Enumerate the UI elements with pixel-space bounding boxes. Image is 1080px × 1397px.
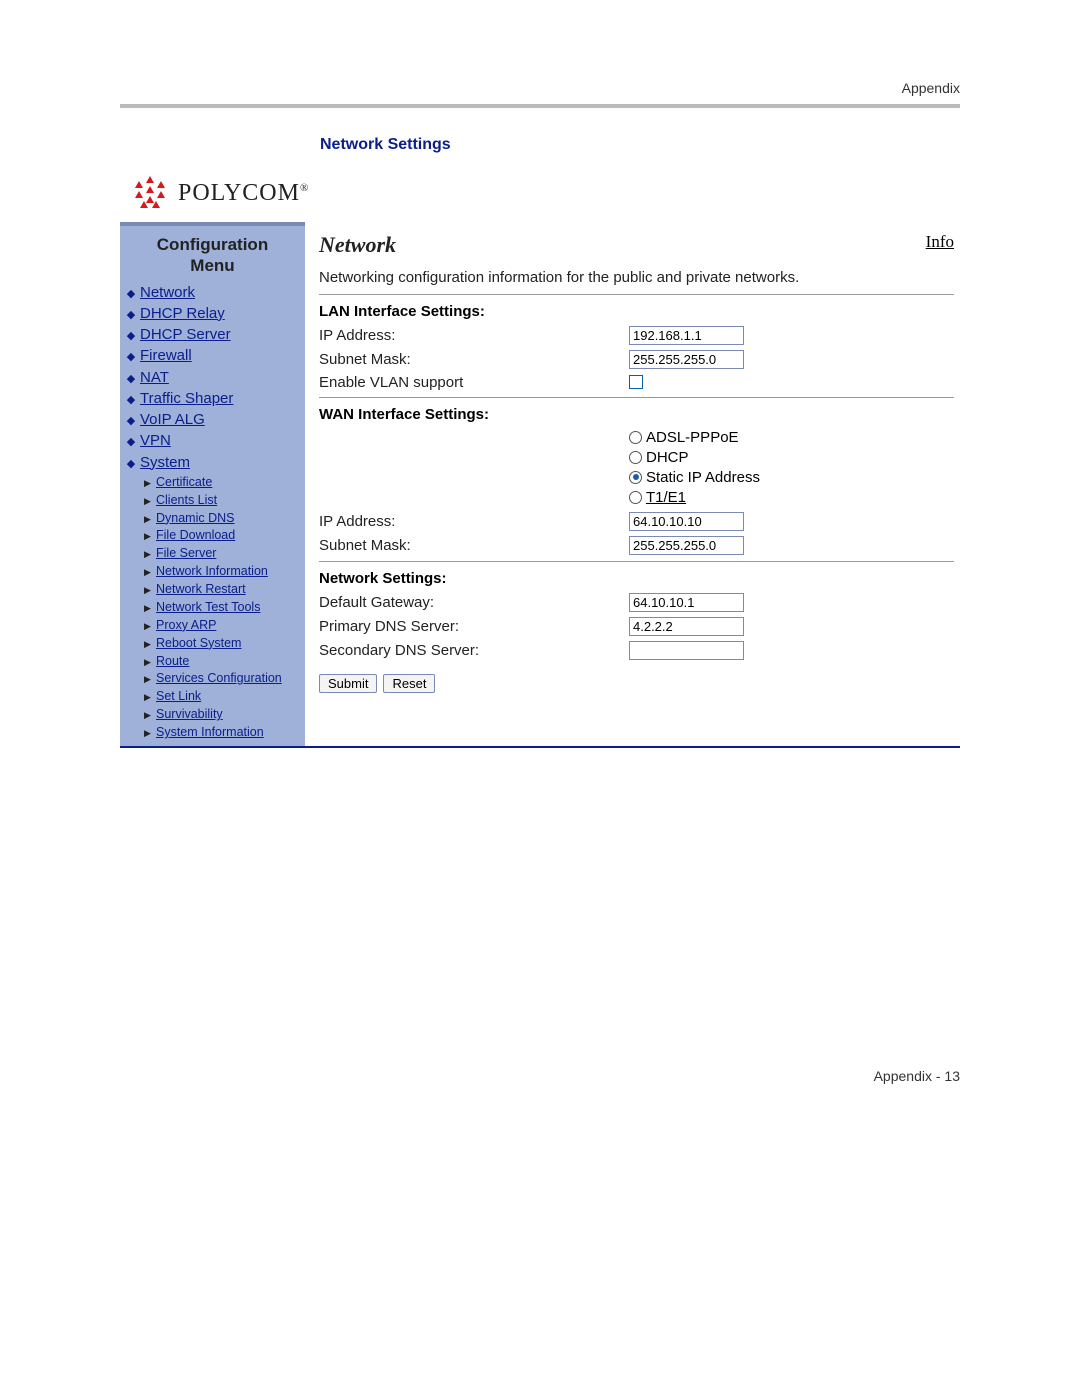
sidebar: Configuration Menu ◆Network ◆DHCP Relay … (120, 222, 305, 746)
lan-vlan-label: Enable VLAN support (319, 374, 629, 391)
lan-ip-label: IP Address: (319, 327, 629, 344)
sidebar-sub-network-test-tools[interactable]: ▶Network Test Tools (144, 599, 299, 616)
lan-mask-input[interactable] (629, 350, 744, 369)
net-gw-label: Default Gateway: (319, 594, 629, 611)
sidebar-sub-network-information[interactable]: ▶Network Information (144, 563, 299, 580)
lan-heading: LAN Interface Settings: (319, 303, 954, 320)
sidebar-item-traffic-shaper[interactable]: ◆Traffic Shaper (126, 389, 299, 409)
sidebar-item-nat[interactable]: ◆NAT (126, 368, 299, 388)
net-dns2-input[interactable] (629, 641, 744, 660)
sidebar-sub-services-configuration[interactable]: ▶Services Configuration (144, 670, 299, 687)
wan-option-adsl-pppoe[interactable]: ADSL-PPPoE (629, 429, 954, 446)
content-pane: Network Info Networking configuration in… (305, 222, 960, 746)
net-gw-input[interactable] (629, 593, 744, 612)
brand-name: POLYCOM® (178, 180, 309, 207)
sidebar-item-voip-alg[interactable]: ◆VoIP ALG (126, 410, 299, 430)
sidebar-item-dhcp-relay[interactable]: ◆DHCP Relay (126, 304, 299, 324)
sidebar-item-network[interactable]: ◆Network (126, 283, 299, 303)
net-dns2-label: Secondary DNS Server: (319, 642, 629, 659)
info-link[interactable]: Info (926, 232, 954, 252)
submit-button[interactable]: Submit (319, 674, 377, 693)
wan-heading: WAN Interface Settings: (319, 406, 954, 423)
sidebar-sub-proxy-arp[interactable]: ▶Proxy ARP (144, 617, 299, 634)
sidebar-sub-dynamic-dns[interactable]: ▶Dynamic DNS (144, 510, 299, 527)
sidebar-sub-network-restart[interactable]: ▶Network Restart (144, 581, 299, 598)
sidebar-sub-reboot-system[interactable]: ▶Reboot System (144, 635, 299, 652)
net-heading: Network Settings: (319, 570, 954, 587)
content-title: Network (319, 232, 396, 258)
sidebar-sub-file-server[interactable]: ▶File Server (144, 545, 299, 562)
wan-ip-label: IP Address: (319, 513, 629, 530)
brand-logo: POLYCOM® (130, 174, 960, 212)
page-footer: Appendix - 13 (120, 1068, 960, 1084)
wan-mask-label: Subnet Mask: (319, 537, 629, 554)
divider (319, 561, 954, 562)
net-dns1-label: Primary DNS Server: (319, 618, 629, 635)
sidebar-item-system[interactable]: ◆System (126, 453, 299, 473)
sidebar-sub-route[interactable]: ▶Route (144, 653, 299, 670)
header-rule (120, 104, 960, 108)
net-dns1-input[interactable] (629, 617, 744, 636)
lan-vlan-checkbox[interactable] (629, 375, 643, 389)
sidebar-sub-clients-list[interactable]: ▶Clients List (144, 492, 299, 509)
sidebar-sub-file-download[interactable]: ▶File Download (144, 527, 299, 544)
sidebar-item-dhcp-server[interactable]: ◆DHCP Server (126, 325, 299, 345)
sidebar-sub-survivability[interactable]: ▶Survivability (144, 706, 299, 723)
wan-option-dhcp[interactable]: DHCP (629, 449, 954, 466)
page-header-appendix: Appendix (120, 80, 960, 104)
sidebar-sub-set-link[interactable]: ▶Set Link (144, 688, 299, 705)
sidebar-sub-certificate[interactable]: ▶Certificate (144, 474, 299, 491)
divider (319, 397, 954, 398)
wan-ip-input[interactable] (629, 512, 744, 531)
wan-mask-input[interactable] (629, 536, 744, 555)
wan-option-t1e1[interactable]: T1/E1 (629, 489, 954, 506)
sidebar-item-firewall[interactable]: ◆Firewall (126, 346, 299, 366)
sidebar-sub-system-information[interactable]: ▶System Information (144, 724, 299, 741)
content-description: Networking configuration information for… (319, 268, 954, 288)
section-title: Network Settings (320, 136, 960, 154)
lan-mask-label: Subnet Mask: (319, 351, 629, 368)
wan-option-static-ip[interactable]: Static IP Address (629, 469, 954, 486)
polycom-logo-icon (130, 174, 170, 212)
sidebar-item-vpn[interactable]: ◆VPN (126, 431, 299, 451)
sidebar-title: Configuration Menu (126, 234, 299, 277)
lan-ip-input[interactable] (629, 326, 744, 345)
divider (319, 294, 954, 295)
reset-button[interactable]: Reset (383, 674, 435, 693)
